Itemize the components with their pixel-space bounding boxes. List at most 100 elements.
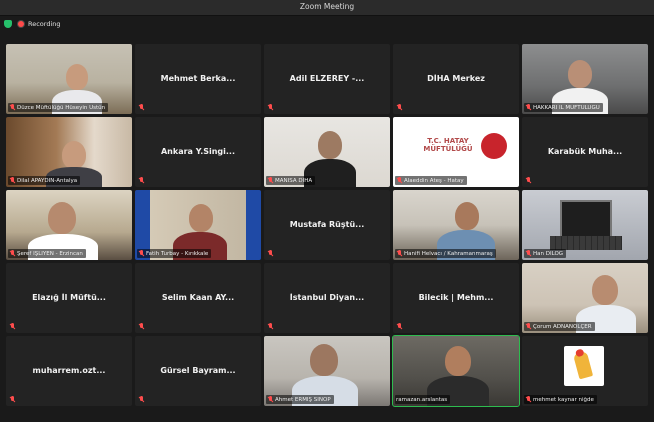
title-bar: Zoom Meeting [0,0,654,16]
participant-video [48,202,76,234]
participant-name: Alaeddin Ateş - Hatay [404,177,464,184]
participant-name: Elazığ İl Müftü... [32,293,106,302]
participant-name: muharrem.ozt... [32,366,106,375]
participant-name: DİHA Merkez [427,74,485,83]
muted-mic-icon [525,250,531,257]
participant-name: Hanifi Helvacı / Kahramanmaraş [404,250,493,257]
meeting-status-bar: Recording [0,17,654,31]
participant-video [310,344,338,376]
participant-video [445,346,471,376]
muted-mic-icon [267,396,273,403]
participant-name: Ankara Y.Singi... [160,147,236,156]
participant-tile[interactable]: Karabük Muha... [522,117,648,187]
muted-mic-icon [9,177,15,184]
muted-mic-icon [396,323,402,330]
participant-name: Karabük Muha... [547,147,623,156]
organization-logo-text: T.C. HATAY MÜFTÜLÜĞÜ [423,137,473,153]
organization-logo-icon [481,133,507,159]
participant-video [592,275,618,305]
participant-tile[interactable]: Adil ELZEREY -... [264,44,390,114]
participant-name: ramazan.arslantas [396,396,448,403]
muted-mic-icon [267,177,273,184]
participant-tile[interactable]: Mustafa Rüştü... [264,190,390,260]
participant-name: Mustafa Rüştü... [289,220,365,229]
laptop-screen [560,200,612,240]
participant-name: Han DİLOĞ [533,250,564,257]
muted-mic-icon [267,104,273,111]
recording-label: Recording [28,20,61,28]
participant-tile[interactable]: Hanifi Helvacı / Kahramanmaraş [393,190,519,260]
participant-label: Hanifi Helvacı / Kahramanmaraş [395,249,496,258]
participant-tile[interactable]: Selim Kaan AY... [135,263,261,333]
participant-video [455,202,479,230]
keyboard [550,236,622,250]
participant-label: Dilal APAYDIN-Antalya [8,176,81,185]
muted-mic-icon [138,104,144,111]
muted-mic-icon [138,177,144,184]
participant-video [318,131,342,159]
participant-tile[interactable]: İstanbul Diyan... [264,263,390,333]
participant-label: mehmet kaynar niğde [524,395,597,404]
participant-name: Dilal APAYDIN-Antalya [17,177,78,184]
muted-mic-icon [9,250,15,257]
participant-name: Fatih Turbay - Kırıkkale [146,250,209,257]
muted-mic-icon [9,323,15,330]
participant-label: Ahmet ERMİŞ SİNOP [266,395,334,404]
participant-tile[interactable]: DİHA Merkez [393,44,519,114]
participant-tile[interactable]: Şeref IŞLIYEN - Erzincan [6,190,132,260]
participant-name: Ahmet ERMİŞ SİNOP [275,396,331,403]
participant-name: Adil ELZEREY -... [289,74,365,83]
shield-icon[interactable] [4,20,12,28]
recording-indicator[interactable]: Recording [18,20,61,28]
participant-label: Çorum ADNANOLÇER [524,322,595,331]
participant-tile[interactable]: Ahmet ERMİŞ SİNOP [264,336,390,406]
participant-label: MANİSA DİHA [266,176,316,185]
muted-mic-icon [396,104,402,111]
participant-tile[interactable]: HAKKARİ İL MÜFTÜLÜĞÜ [522,44,648,114]
participant-label: Şeref IŞLIYEN - Erzincan [8,249,86,258]
participant-tile[interactable]: Bilecik | Mehm... [393,263,519,333]
record-icon [18,21,24,27]
muted-mic-icon [396,177,402,184]
participant-video [189,204,213,232]
participant-video [568,60,592,88]
muted-mic-icon [525,323,531,330]
muted-mic-icon [525,104,531,111]
muted-mic-icon [525,396,531,403]
gallery-grid: Düzce Müftülüğü Hüseyin Üstün Mehmet Ber… [6,44,650,410]
participant-tile[interactable]: muharrem.ozt... [6,336,132,406]
participant-tile[interactable]: Gürsel Bayram... [135,336,261,406]
participant-label: Alaeddin Ateş - Hatay [395,176,467,185]
participant-label: HAKKARİ İL MÜFTÜLÜĞÜ [524,103,603,112]
participant-name: HAKKARİ İL MÜFTÜLÜĞÜ [533,104,600,111]
muted-mic-icon [9,104,15,111]
participant-name: Mehmet Berka... [160,74,236,83]
profile-picture [564,346,604,386]
participant-name: Düzce Müftülüğü Hüseyin Üstün [17,104,106,111]
participant-name: İstanbul Diyan... [289,293,365,302]
participant-tile[interactable]: Ankara Y.Singi... [135,117,261,187]
participant-tile[interactable]: Han DİLOĞ [522,190,648,260]
zoom-window: Zoom Meeting Recording Düzce Müftülüğü H… [0,0,654,422]
participant-tile[interactable]: Mehmet Berka... [135,44,261,114]
participant-tile[interactable]: Dilal APAYDIN-Antalya [6,117,132,187]
participant-label: ramazan.arslantas [395,395,451,404]
participant-tile[interactable]: mehmet kaynar niğde [522,336,648,406]
participant-name: Çorum ADNANOLÇER [533,323,592,330]
muted-mic-icon [525,177,531,184]
muted-mic-icon [267,323,273,330]
participant-label: Han DİLOĞ [524,249,567,258]
muted-mic-icon [138,396,144,403]
participant-tile[interactable]: MANİSA DİHA [264,117,390,187]
participant-name: mehmet kaynar niğde [533,396,594,403]
muted-mic-icon [267,250,273,257]
participant-tile[interactable]: Fatih Turbay - Kırıkkale [135,190,261,260]
participant-tile[interactable]: Çorum ADNANOLÇER [522,263,648,333]
pencil-icon [572,350,594,380]
participant-tile-active-speaker[interactable]: ramazan.arslantas [392,335,520,407]
participant-tile[interactable]: T.C. HATAY MÜFTÜLÜĞÜ Alaeddin Ateş - Hat… [393,117,519,187]
participant-tile[interactable]: Düzce Müftülüğü Hüseyin Üstün [6,44,132,114]
muted-mic-icon [9,396,15,403]
participant-tile[interactable]: Elazığ İl Müftü... [6,263,132,333]
window-title: Zoom Meeting [299,2,355,11]
